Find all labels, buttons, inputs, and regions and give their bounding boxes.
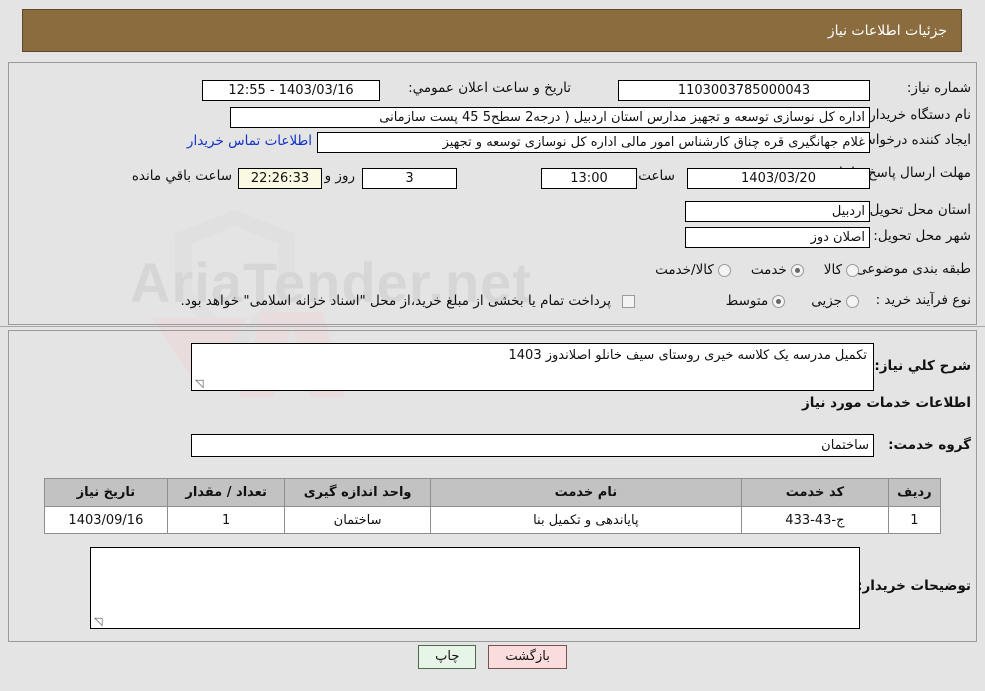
radio-category-kala-khedmat[interactable] bbox=[717, 263, 731, 277]
remaining-days-field[interactable]: 3 bbox=[362, 168, 457, 189]
resize-grip-icon[interactable]: ◸ bbox=[195, 377, 205, 390]
buyer-org-field[interactable]: اداره کل نوسازی توسعه و تجهیز مدارس استا… bbox=[230, 107, 870, 128]
process-radio-group: جزیی متوسط bbox=[726, 293, 863, 309]
back-button[interactable]: بازگشت bbox=[488, 645, 567, 669]
page-title-bar: جزئیات اطلاعات نیاز bbox=[22, 9, 962, 52]
col-unit: واحد اندازه گیری bbox=[284, 478, 431, 507]
cell-row-no: 1 bbox=[887, 506, 942, 534]
deadline-time-wrap: 13:00 bbox=[541, 168, 637, 189]
radio-process-jozei-label: جزیی bbox=[811, 293, 842, 309]
days-field-wrap: 3 bbox=[362, 168, 457, 189]
days-label-wrap: روز و bbox=[325, 168, 355, 184]
deadline-time-label: ساعت bbox=[638, 168, 675, 184]
buyer-comments-label-wrap: توضیحات خریدار: bbox=[857, 578, 971, 594]
col-service-code: کد خدمت bbox=[741, 478, 889, 507]
resize-grip-icon-2[interactable]: ◸ bbox=[94, 615, 104, 628]
city-label-wrap: شهر محل تحویل: bbox=[873, 228, 971, 244]
treasury-note-label: پرداخت تمام یا بخشی از مبلغ خرید،از محل … bbox=[180, 293, 611, 309]
category-label-wrap: طبقه بندی موضوعی: bbox=[852, 261, 971, 277]
need-number-row: شماره نیاز: bbox=[907, 80, 971, 96]
deadline-date-wrap: 1403/03/20 bbox=[687, 168, 870, 189]
radio-category-kala-label: کالا bbox=[823, 262, 842, 278]
province-field-wrap: اردبیل bbox=[685, 201, 870, 222]
radio-process-motevaset[interactable] bbox=[772, 294, 786, 308]
table-row: 1 ج-43-433 پایاندهی و تکمیل بنا ساختمان … bbox=[44, 506, 942, 534]
deadline-date-field[interactable]: 1403/03/20 bbox=[687, 168, 870, 189]
creator-field[interactable]: غلام جهانگیری قره چناق کارشناس امور مالی… bbox=[317, 132, 870, 153]
summary-panel bbox=[8, 62, 977, 325]
cell-service-code: ج-43-433 bbox=[741, 506, 889, 534]
section-divider bbox=[0, 326, 985, 327]
tender-detail-page: AriaTender.net جزئیات اطلاعات نیاز شماره… bbox=[0, 0, 985, 691]
city-field-wrap: اصلان دوز bbox=[685, 227, 870, 248]
city-field[interactable]: اصلان دوز bbox=[685, 227, 870, 248]
table-header-row: ردیف کد خدمت نام خدمت واحد اندازه گیری ت… bbox=[44, 478, 942, 507]
action-buttons: بازگشت چاپ bbox=[0, 645, 985, 669]
col-service-name: نام خدمت bbox=[429, 478, 743, 507]
contact-link-wrap: اطلاعات تماس خریدار bbox=[187, 133, 312, 149]
buyer-comments-textarea[interactable]: ◸ bbox=[90, 547, 860, 629]
announce-datetime-field[interactable]: 1403/03/16 - 12:55 bbox=[202, 80, 380, 101]
process-label: نوع فرآیند خرید : bbox=[875, 292, 971, 308]
services-heading-wrap: اطلاعات خدمات مورد نیاز bbox=[802, 395, 971, 411]
buyer-org-label-wrap: نام دستگاه خریدار: bbox=[865, 107, 971, 123]
radio-category-khedmat-label: خدمت bbox=[750, 262, 787, 278]
service-group-label-wrap: گروه خدمت: bbox=[888, 437, 971, 453]
need-number-label: شماره نیاز: bbox=[906, 80, 971, 96]
service-group-field-wrap: ساختمان bbox=[191, 434, 874, 457]
need-number-field-wrap: 1103003785000043 bbox=[618, 80, 870, 101]
city-label: شهر محل تحویل: bbox=[873, 228, 971, 244]
category-radio-group: کالا خدمت کالا/خدمت bbox=[655, 262, 863, 278]
days-label: روز و bbox=[324, 168, 355, 184]
radio-process-motevaset-label: متوسط bbox=[725, 293, 769, 309]
services-heading: اطلاعات خدمات مورد نیاز bbox=[801, 395, 971, 411]
service-group-label: گروه خدمت: bbox=[888, 437, 971, 453]
announce-datetime-label: تاریخ و ساعت اعلان عمومي: bbox=[408, 80, 571, 96]
description-label: شرح کلي نیاز: bbox=[874, 358, 971, 374]
print-button[interactable]: چاپ bbox=[418, 645, 477, 669]
buyer-org-field-wrap: اداره کل نوسازی توسعه و تجهیز مدارس استا… bbox=[230, 107, 870, 128]
page-title: جزئیات اطلاعات نیاز bbox=[827, 22, 947, 39]
cell-service-name: پایاندهی و تکمیل بنا bbox=[429, 506, 743, 534]
col-need-date: تاریخ نیاز bbox=[44, 478, 168, 507]
cell-quantity: 1 bbox=[166, 506, 286, 534]
buyer-comments-label: توضیحات خریدار: bbox=[857, 578, 971, 594]
treasury-checkbox[interactable] bbox=[622, 294, 635, 308]
remaining-label-wrap: ساعت باقي مانده bbox=[132, 168, 232, 184]
radio-category-kala-khedmat-label: کالا/خدمت bbox=[655, 262, 714, 278]
radio-category-khedmat[interactable] bbox=[790, 263, 804, 277]
need-number-field[interactable]: 1103003785000043 bbox=[618, 80, 870, 101]
description-value: تکمیل مدرسه یک کلاسه خیری روستای سیف خان… bbox=[508, 348, 867, 363]
countdown-wrap: 22:26:33 bbox=[238, 168, 322, 189]
buyer-contact-link[interactable]: اطلاعات تماس خریدار bbox=[187, 133, 312, 149]
category-label: طبقه بندی موضوعی: bbox=[851, 261, 971, 277]
remaining-hours-label: ساعت باقي مانده bbox=[131, 168, 232, 184]
radio-category-kala[interactable] bbox=[846, 263, 859, 277]
buyer-org-label: نام دستگاه خریدار: bbox=[864, 107, 971, 123]
description-textarea[interactable]: تکمیل مدرسه یک کلاسه خیری روستای سیف خان… bbox=[191, 343, 874, 391]
services-table: ردیف کد خدمت نام خدمت واحد اندازه گیری ت… bbox=[44, 478, 942, 534]
deadline-time-label-wrap: ساعت bbox=[638, 168, 675, 184]
treasury-note-wrap: پرداخت تمام یا بخشی از مبلغ خرید،از محل … bbox=[180, 293, 640, 309]
service-group-field[interactable]: ساختمان bbox=[191, 434, 874, 457]
col-quantity: تعداد / مقدار bbox=[166, 478, 286, 507]
cell-need-date: 1403/09/16 bbox=[44, 506, 168, 534]
radio-process-jozei[interactable] bbox=[846, 294, 859, 308]
deadline-time-field[interactable]: 13:00 bbox=[541, 168, 637, 189]
process-label-wrap: نوع فرآیند خرید : bbox=[876, 292, 971, 308]
announce-field-wrap: 1403/03/16 - 12:55 bbox=[202, 80, 380, 101]
province-field[interactable]: اردبیل bbox=[685, 201, 870, 222]
col-row-no: ردیف bbox=[887, 478, 942, 507]
description-label-wrap: شرح کلي نیاز: bbox=[874, 358, 971, 374]
deadline-label-wrap: مهلت ارسال پاسخ: تا تاریخ: bbox=[815, 163, 971, 182]
province-label: استان محل تحویل: bbox=[865, 202, 971, 218]
cell-unit: ساختمان bbox=[284, 506, 431, 534]
creator-field-wrap: غلام جهانگیری قره چناق کارشناس امور مالی… bbox=[317, 132, 870, 153]
countdown-field: 22:26:33 bbox=[238, 168, 322, 189]
province-label-wrap: استان محل تحویل: bbox=[865, 202, 971, 218]
announce-label-wrap: تاریخ و ساعت اعلان عمومي: bbox=[408, 80, 571, 96]
